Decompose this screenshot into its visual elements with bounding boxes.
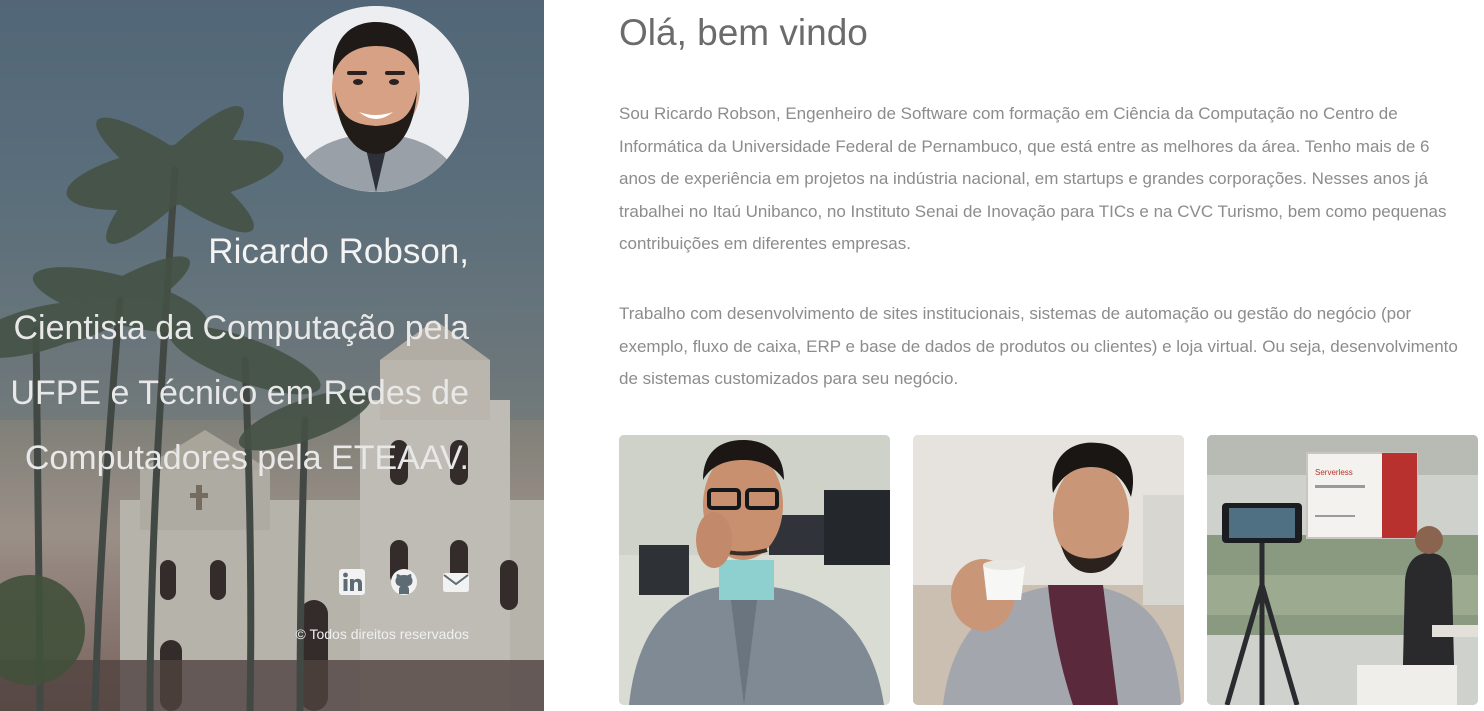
gallery-photo[interactable]	[913, 435, 1184, 705]
gallery-photo[interactable]: Serverless	[1207, 435, 1478, 705]
profile-hero: Ricardo Robson, Cientista da Computação …	[0, 0, 544, 711]
slide-title: Serverless	[1315, 468, 1353, 477]
profile-avatar	[283, 6, 469, 192]
envelope-icon[interactable]	[442, 568, 470, 596]
about-paragraph: Sou Ricardo Robson, Engenheiro de Softwa…	[619, 104, 1447, 253]
linkedin-icon[interactable]	[338, 568, 366, 596]
social-links	[338, 568, 470, 596]
tagline-line: Computadores pela ETEAAV.	[24, 439, 469, 477]
copyright-text: © Todos direitos reservados	[295, 626, 469, 642]
tagline-line: UFPE e Técnico em Redes de	[10, 374, 469, 412]
profile-name: Ricardo Robson,	[208, 232, 469, 271]
page-title: Olá, bem vindo	[619, 12, 868, 53]
profile-tagline: Cientista da Computação pela UFPE e Técn…	[0, 296, 469, 491]
gallery-photo[interactable]	[619, 435, 890, 705]
github-icon[interactable]	[390, 568, 418, 596]
services-paragraph: Trabalho com desenvolvimento de sites in…	[619, 304, 1458, 388]
tagline-line: Cientista da Computação pela	[13, 309, 470, 347]
